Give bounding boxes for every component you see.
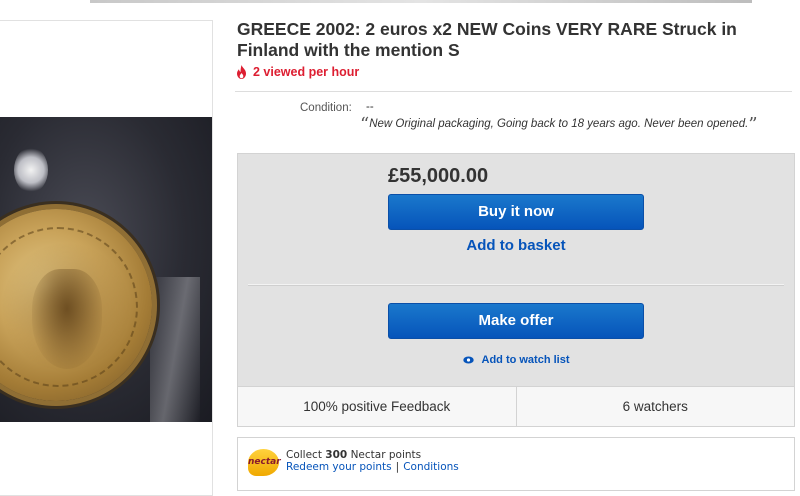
eye-icon bbox=[462, 356, 474, 364]
conditions-link[interactable]: Conditions bbox=[403, 461, 459, 473]
buy-it-now-button[interactable]: Buy it now bbox=[388, 194, 644, 230]
condition-description: “New Original packaging, Going back to 1… bbox=[360, 114, 758, 135]
open-quote: “ bbox=[360, 114, 370, 135]
make-offer-button[interactable]: Make offer bbox=[388, 303, 644, 339]
nectar-points-count: 300 bbox=[325, 449, 348, 461]
title-divider bbox=[235, 91, 792, 92]
seller-stats: 100% positive Feedback 6 watchers bbox=[237, 386, 795, 427]
buy-box-divider bbox=[248, 284, 784, 285]
coin-stars-ring bbox=[0, 227, 138, 387]
top-image-strip bbox=[90, 0, 752, 3]
listing-title: GREECE 2002: 2 euros x2 NEW Coins VERY R… bbox=[237, 19, 737, 60]
add-to-watch-list-link[interactable]: Add to watch list bbox=[388, 354, 644, 366]
condition-label: Condition: bbox=[300, 102, 352, 114]
nectar-collect-prefix: Collect bbox=[286, 449, 322, 461]
condition-description-text: New Original packaging, Going back to 18… bbox=[369, 118, 749, 130]
photo-plastic-reflection bbox=[150, 277, 200, 422]
viewed-text: 2 viewed per hour bbox=[253, 65, 360, 79]
close-quote: ” bbox=[748, 114, 758, 135]
condition-value: -- bbox=[366, 101, 374, 113]
nectar-collect-suffix: Nectar points bbox=[350, 449, 422, 461]
link-separator: | bbox=[395, 461, 400, 473]
watch-list-label: Add to watch list bbox=[481, 354, 570, 366]
photo-glare bbox=[14, 147, 48, 193]
price: £55,000.00 bbox=[388, 165, 489, 187]
buy-box bbox=[237, 153, 795, 387]
nectar-logo-icon: nectar bbox=[248, 449, 281, 476]
coin-image bbox=[0, 209, 152, 401]
watchers-stat: 6 watchers bbox=[515, 387, 795, 426]
nectar-collect-text: Collect 300 Nectar points bbox=[286, 449, 421, 461]
coin-figure bbox=[32, 269, 102, 369]
add-to-basket-link[interactable]: Add to basket bbox=[388, 237, 644, 254]
feedback-stat: 100% positive Feedback bbox=[303, 399, 451, 414]
coin-photo[interactable] bbox=[0, 117, 212, 422]
nectar-points-box: nectar Collect 300 Nectar points Redeem … bbox=[237, 437, 795, 491]
redeem-points-link[interactable]: Redeem your points bbox=[286, 461, 392, 473]
flame-icon bbox=[237, 65, 246, 79]
image-gallery-frame bbox=[0, 20, 213, 496]
viewed-per-hour: 2 viewed per hour bbox=[236, 65, 359, 79]
nectar-links: Redeem your points | Conditions bbox=[286, 461, 459, 473]
